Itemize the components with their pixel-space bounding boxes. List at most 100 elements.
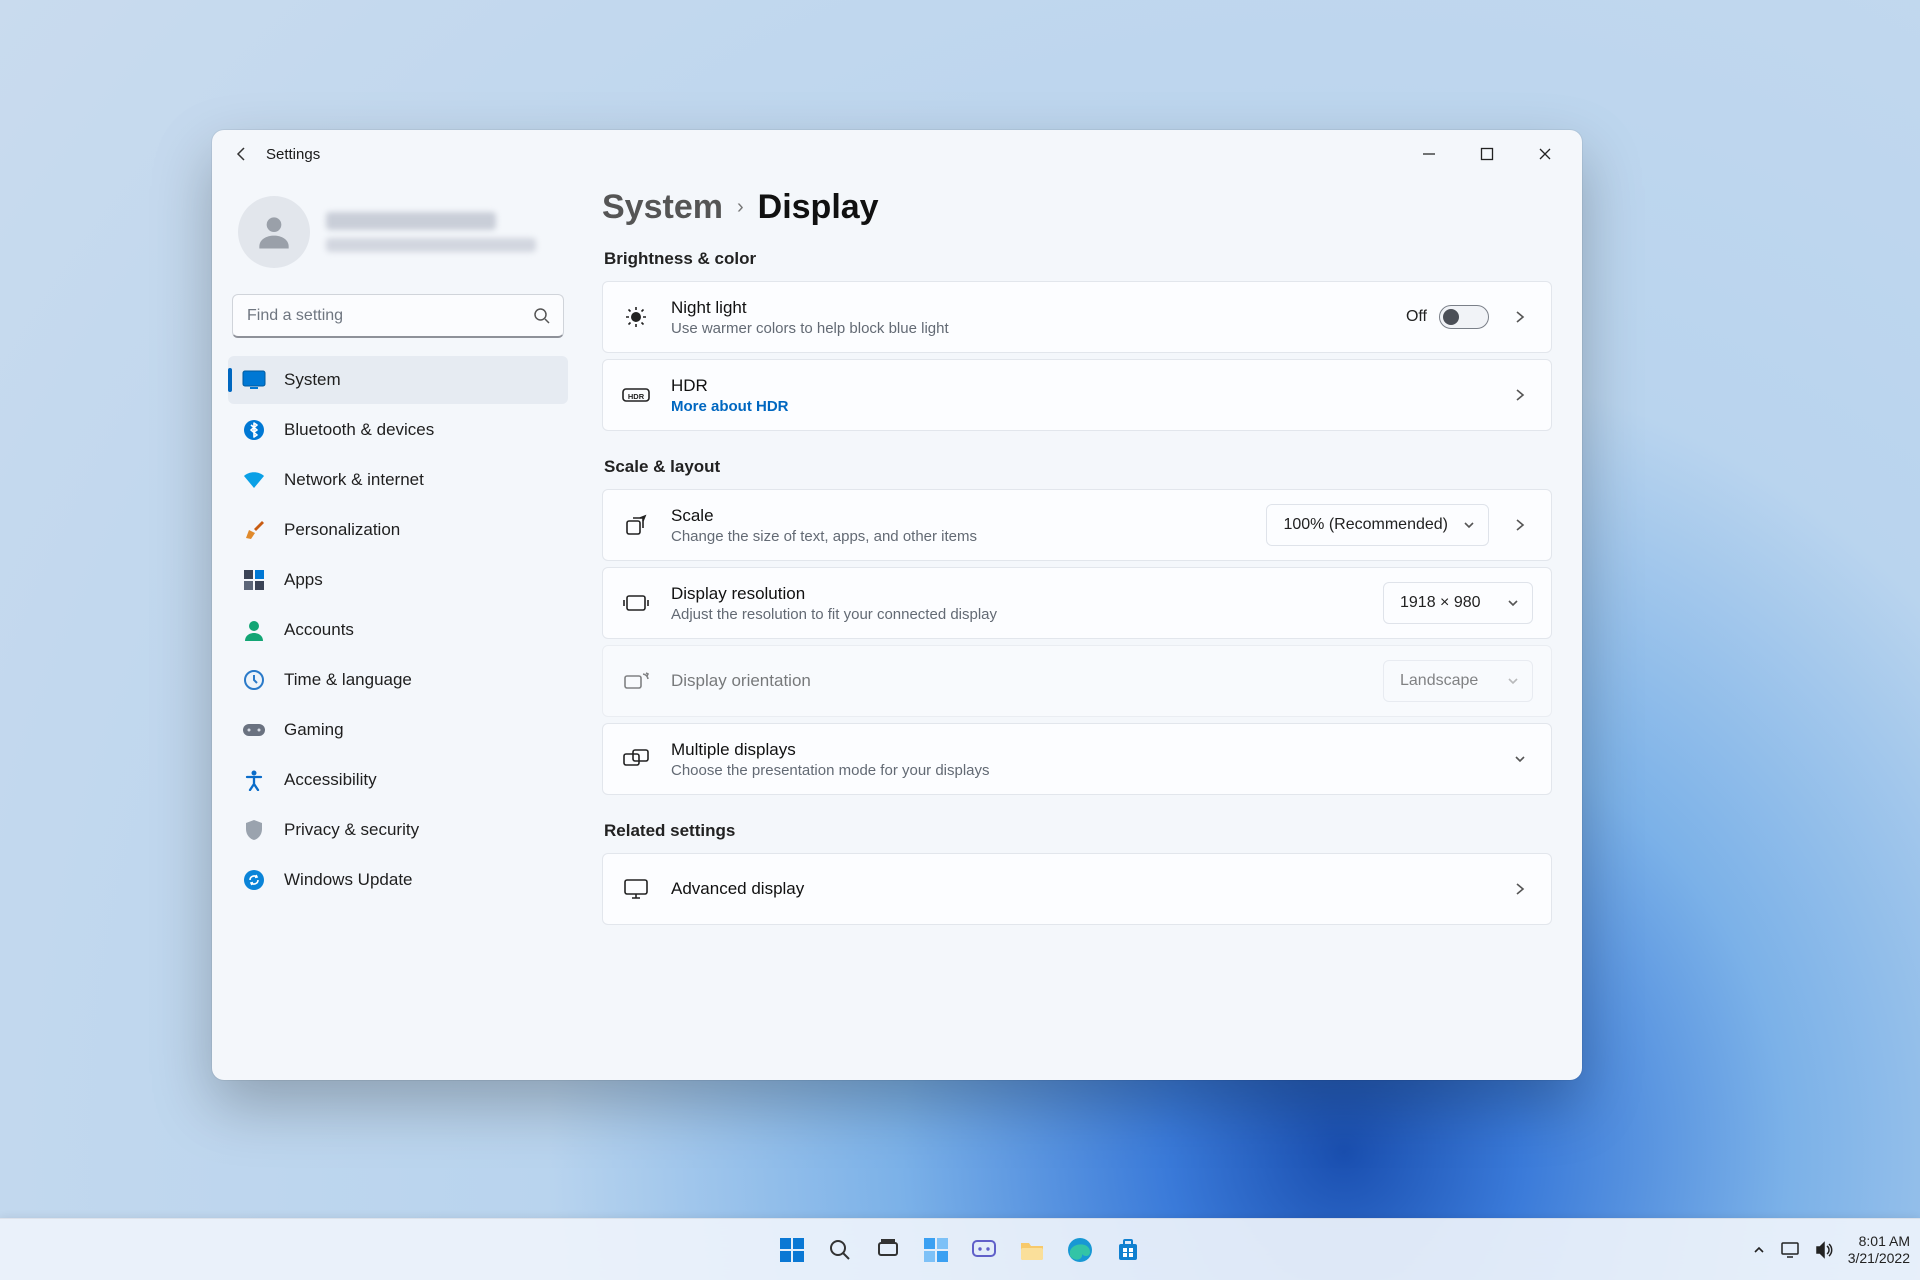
- section-related-title: Related settings: [604, 821, 1552, 841]
- scale-row[interactable]: Scale Change the size of text, apps, and…: [602, 489, 1552, 561]
- start-button[interactable]: [772, 1230, 812, 1270]
- gamepad-icon: [242, 718, 266, 742]
- chevron-right-icon: [1507, 882, 1533, 896]
- scale-select[interactable]: 100% (Recommended): [1266, 504, 1489, 546]
- avatar: [238, 196, 310, 268]
- night-light-toggle[interactable]: Off: [1406, 305, 1489, 329]
- maximize-button[interactable]: [1458, 132, 1516, 176]
- breadcrumb-page: Display: [758, 188, 879, 227]
- breadcrumb: System › Display: [602, 188, 1552, 227]
- toggle-state-label: Off: [1406, 308, 1427, 326]
- sidebar-item-personalization[interactable]: Personalization: [228, 506, 568, 554]
- scale-title: Scale: [671, 506, 1246, 526]
- search-box[interactable]: [232, 294, 564, 338]
- sidebar-item-time[interactable]: Time & language: [228, 656, 568, 704]
- resolution-select[interactable]: 1918 × 980: [1383, 582, 1533, 624]
- taskbar-chat-button[interactable]: [964, 1230, 1004, 1270]
- resolution-value: 1918 × 980: [1400, 594, 1481, 612]
- nav-list: System Bluetooth & devices Network & int…: [224, 356, 572, 904]
- hdr-more-link[interactable]: More about HDR: [671, 398, 1487, 415]
- chevron-down-icon: [1506, 674, 1520, 688]
- taskbar-center: [772, 1230, 1148, 1270]
- search-input[interactable]: [247, 307, 521, 325]
- chevron-right-icon: [1507, 310, 1533, 324]
- tray-time: 8:01 AM: [1859, 1233, 1910, 1250]
- chevron-right-icon: ›: [737, 196, 744, 219]
- advanced-display-title: Advanced display: [671, 879, 1487, 899]
- profile-email-blurred: [326, 238, 536, 252]
- network-tray-icon[interactable]: [1780, 1241, 1800, 1259]
- sidebar-item-label: Personalization: [284, 520, 400, 540]
- multiple-displays-icon: [621, 748, 651, 770]
- resolution-title: Display resolution: [671, 584, 1363, 604]
- apps-icon: [242, 568, 266, 592]
- scale-value: 100% (Recommended): [1283, 516, 1448, 534]
- volume-tray-icon[interactable]: [1814, 1241, 1834, 1259]
- advanced-display-row[interactable]: Advanced display: [602, 853, 1552, 925]
- sidebar-item-system[interactable]: System: [228, 356, 568, 404]
- night-light-row[interactable]: Night light Use warmer colors to help bl…: [602, 281, 1552, 353]
- edge-button[interactable]: [1060, 1230, 1100, 1270]
- file-explorer-button[interactable]: [1012, 1230, 1052, 1270]
- sidebar-item-label: Accessibility: [284, 770, 377, 790]
- breadcrumb-root[interactable]: System: [602, 188, 723, 227]
- section-scale-title: Scale & layout: [604, 457, 1552, 477]
- hdr-row[interactable]: HDR HDR More about HDR: [602, 359, 1552, 431]
- monitor-icon: [621, 878, 651, 900]
- switch-off[interactable]: [1439, 305, 1489, 329]
- orientation-title: Display orientation: [671, 671, 1363, 691]
- store-button[interactable]: [1108, 1230, 1148, 1270]
- paintbrush-icon: [242, 518, 266, 542]
- widgets-button[interactable]: [916, 1230, 956, 1270]
- profile-name-blurred: [326, 212, 496, 230]
- multiple-displays-desc: Choose the presentation mode for your di…: [671, 762, 1487, 779]
- wifi-icon: [242, 468, 266, 492]
- profile-block[interactable]: [224, 188, 572, 288]
- clock-icon: [242, 668, 266, 692]
- app-title: Settings: [266, 146, 320, 163]
- system-tray[interactable]: 8:01 AM 3/21/2022: [1752, 1219, 1910, 1280]
- hdr-icon: HDR: [621, 385, 651, 405]
- tray-overflow-icon[interactable]: [1752, 1243, 1766, 1257]
- sidebar-item-label: Gaming: [284, 720, 344, 740]
- system-icon: [242, 368, 266, 392]
- shield-icon: [242, 818, 266, 842]
- scale-desc: Change the size of text, apps, and other…: [671, 528, 1246, 545]
- multiple-displays-title: Multiple displays: [671, 740, 1487, 760]
- section-brightness-title: Brightness & color: [604, 249, 1552, 269]
- content-pane[interactable]: System › Display Brightness & color Nigh…: [582, 178, 1582, 1080]
- night-light-title: Night light: [671, 298, 1386, 318]
- sidebar-item-network[interactable]: Network & internet: [228, 456, 568, 504]
- task-view-button[interactable]: [868, 1230, 908, 1270]
- sidebar-item-apps[interactable]: Apps: [228, 556, 568, 604]
- chevron-right-icon: [1507, 518, 1533, 532]
- hdr-title: HDR: [671, 376, 1487, 396]
- sidebar-item-gaming[interactable]: Gaming: [228, 706, 568, 754]
- sidebar-item-accounts[interactable]: Accounts: [228, 606, 568, 654]
- tray-clock[interactable]: 8:01 AM 3/21/2022: [1848, 1233, 1910, 1267]
- taskbar-search-button[interactable]: [820, 1230, 860, 1270]
- sidebar-item-label: Windows Update: [284, 870, 413, 890]
- back-button[interactable]: [226, 138, 258, 170]
- settings-window: Settings: [212, 130, 1582, 1080]
- update-icon: [242, 868, 266, 892]
- orientation-row: Display orientation Landscape: [602, 645, 1552, 717]
- sidebar-item-privacy[interactable]: Privacy & security: [228, 806, 568, 854]
- bluetooth-icon: [242, 418, 266, 442]
- close-button[interactable]: [1516, 132, 1574, 176]
- sidebar-item-label: Privacy & security: [284, 820, 419, 840]
- sidebar-item-update[interactable]: Windows Update: [228, 856, 568, 904]
- sidebar-item-accessibility[interactable]: Accessibility: [228, 756, 568, 804]
- resolution-icon: [621, 593, 651, 613]
- sidebar-item-label: Time & language: [284, 670, 412, 690]
- sidebar-item-bluetooth[interactable]: Bluetooth & devices: [228, 406, 568, 454]
- minimize-button[interactable]: [1400, 132, 1458, 176]
- orientation-select: Landscape: [1383, 660, 1533, 702]
- chevron-down-icon: [1507, 752, 1533, 766]
- tray-date: 3/21/2022: [1848, 1250, 1910, 1267]
- multiple-displays-row[interactable]: Multiple displays Choose the presentatio…: [602, 723, 1552, 795]
- accessibility-icon: [242, 768, 266, 792]
- resolution-row[interactable]: Display resolution Adjust the resolution…: [602, 567, 1552, 639]
- search-icon: [533, 307, 551, 325]
- chevron-down-icon: [1506, 596, 1520, 610]
